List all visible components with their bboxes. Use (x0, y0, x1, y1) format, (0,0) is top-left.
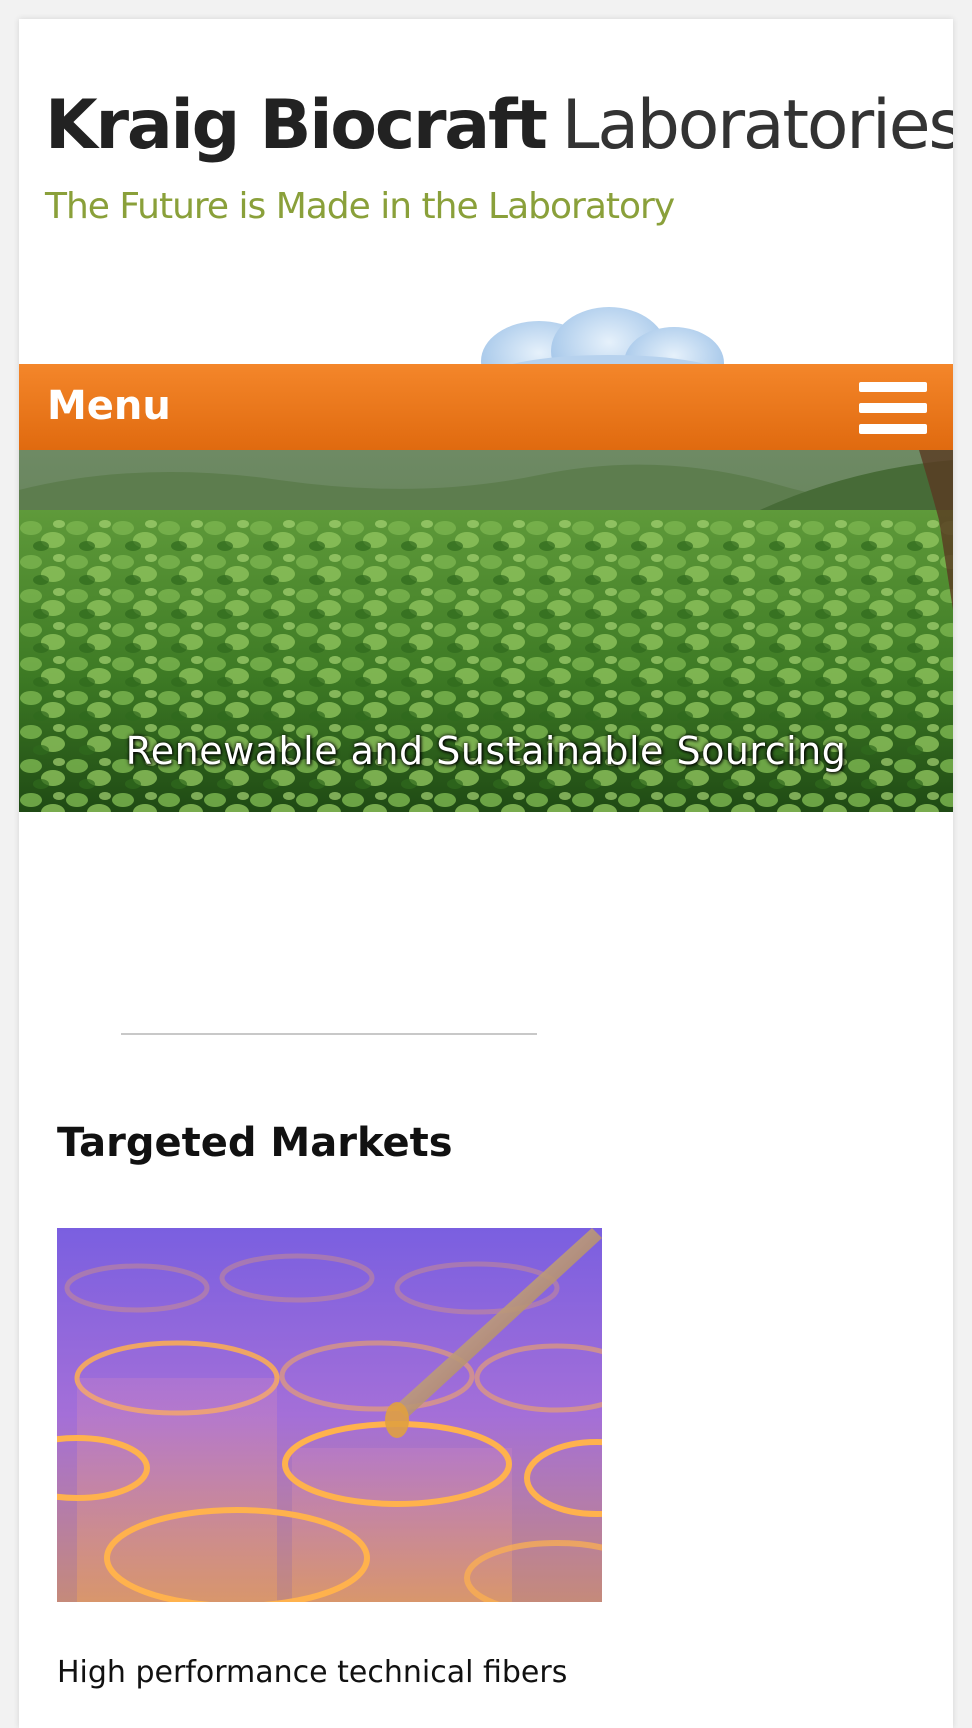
logo-title-bold: Kraig Biocraft (45, 86, 548, 165)
logo-title-light: Laboratories (561, 86, 953, 165)
hero-caption: Renewable and Sustainable Sourcing (125, 729, 847, 773)
section-title: Targeted Markets (57, 1120, 453, 1166)
content-divider (121, 1033, 537, 1035)
logo-title: Kraig Biocraft Laboratories (45, 81, 953, 171)
menu-label: Menu (47, 383, 171, 429)
site-header: Kraig Biocraft Laboratories The Future is… (19, 19, 953, 364)
page-container: Kraig Biocraft Laboratories The Future is… (19, 19, 953, 1728)
menu-toggle-bar[interactable]: Menu (19, 364, 953, 450)
site-logo[interactable]: Kraig Biocraft Laboratories The Future is… (45, 81, 953, 231)
logo-tagline: The Future is Made in the Laboratory (45, 186, 675, 227)
hamburger-icon[interactable] (859, 378, 927, 438)
hero-slide[interactable]: Renewable and Sustainable Sourcing (19, 450, 953, 812)
market-image[interactable] (57, 1228, 602, 1602)
pipette-test-tubes-image (57, 1228, 602, 1602)
market-description: High performance technical fibers (57, 1655, 568, 1690)
cloud-decoration (481, 307, 724, 364)
